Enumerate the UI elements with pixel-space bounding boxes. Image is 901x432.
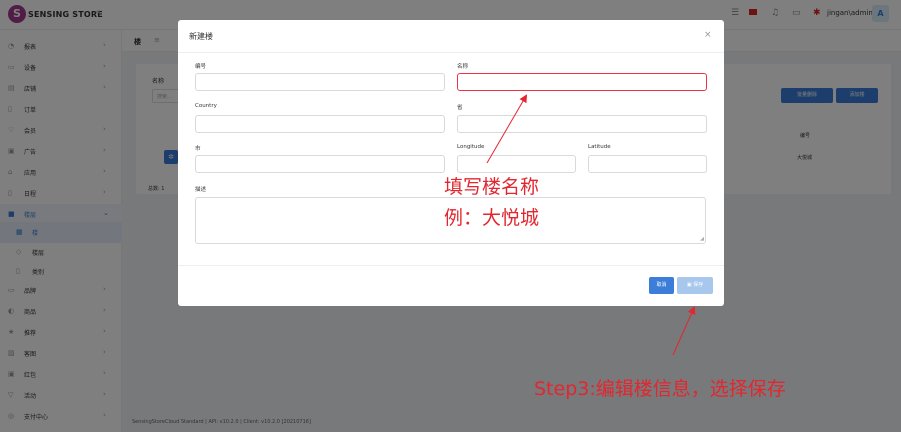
city-input[interactable]: [195, 155, 445, 173]
annotation-step3: Step3:编辑楼信息，选择保存: [534, 378, 786, 400]
resize-handle-icon[interactable]: ◢: [700, 237, 704, 242]
cancel-button[interactable]: 取消: [649, 277, 674, 294]
close-icon[interactable]: ×: [704, 30, 712, 40]
country-input[interactable]: [195, 115, 445, 133]
longitude-label: Longitude: [457, 144, 485, 150]
latitude-input[interactable]: [588, 155, 707, 173]
annotation-example: 例：大悦城: [444, 207, 540, 229]
province-label: 省: [457, 105, 463, 111]
cancel-label: 取消: [656, 282, 667, 288]
latitude-label: Latitude: [588, 144, 611, 150]
province-input[interactable]: [457, 115, 707, 133]
new-building-dialog: 新建楼 × 编号 名称 Country 省 市 Longitude Latitu…: [178, 20, 724, 306]
name-input[interactable]: [457, 73, 707, 91]
country-label: Country: [195, 103, 217, 109]
divider: [178, 52, 724, 53]
longitude-input[interactable]: [457, 155, 576, 173]
description-label: 描述: [195, 187, 207, 193]
save-label: 保存: [693, 282, 704, 288]
annotation-fill-name: 填写楼名称: [444, 176, 540, 198]
dialog-title: 新建楼: [189, 32, 213, 41]
save-icon: ▣: [686, 282, 692, 288]
save-button[interactable]: ▣ 保存: [677, 277, 713, 294]
city-label: 市: [195, 146, 201, 152]
code-input[interactable]: [195, 73, 445, 91]
name-label: 名称: [457, 64, 469, 70]
divider: [178, 265, 724, 266]
code-label: 编号: [195, 64, 207, 70]
